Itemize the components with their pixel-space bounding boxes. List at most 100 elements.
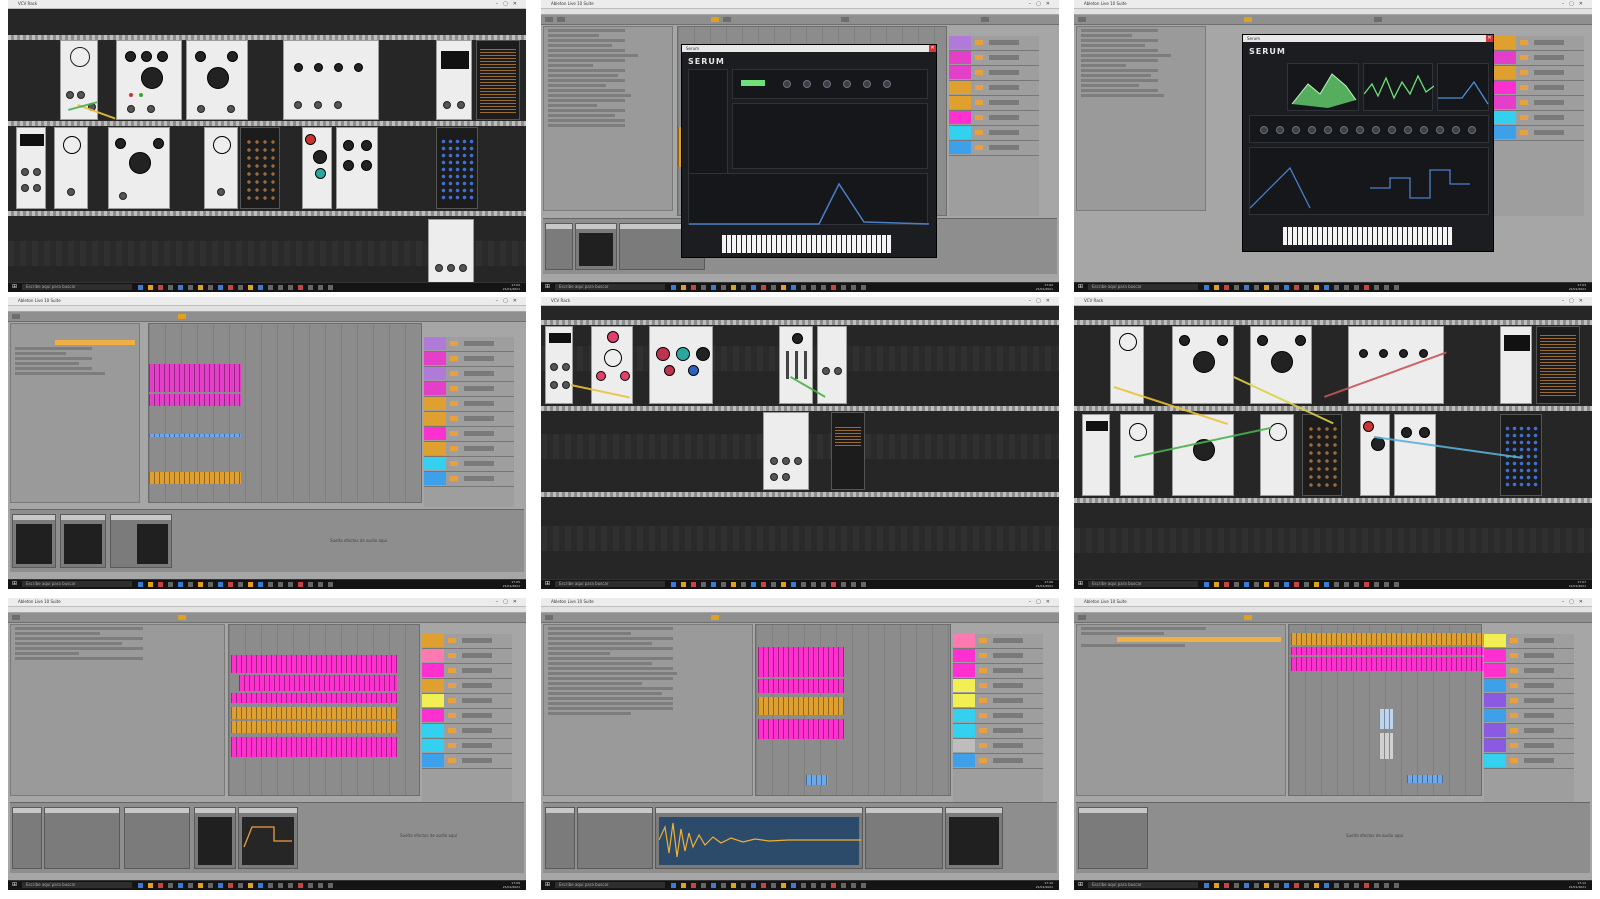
windows-start-icon[interactable]: ⊞ — [12, 882, 18, 888]
serum-plugin-window[interactable]: Serum ✕ SERUM — [681, 44, 937, 258]
sampler-device[interactable] — [655, 807, 863, 869]
transport-button[interactable] — [545, 17, 553, 22]
module-jack[interactable] — [834, 367, 842, 375]
module-knob[interactable] — [1257, 335, 1268, 346]
module-jack[interactable] — [550, 381, 558, 389]
taskbar-app-icons[interactable] — [671, 883, 921, 888]
transport-button[interactable] — [1078, 17, 1086, 22]
browser-panel[interactable] — [1076, 624, 1286, 796]
close-icon[interactable]: ✕ — [1486, 35, 1493, 42]
transport-button[interactable] — [981, 17, 989, 22]
module-knob[interactable] — [604, 349, 622, 367]
midi-clip[interactable] — [1291, 647, 1483, 655]
transport-button[interactable] — [12, 615, 20, 620]
module-knob[interactable] — [1193, 351, 1215, 373]
midi-clip[interactable] — [149, 394, 241, 406]
vcv-module-sequencer[interactable] — [1302, 414, 1342, 496]
module-jack[interactable] — [119, 192, 127, 200]
module-jack[interactable] — [794, 457, 802, 465]
vcv-module-mixer[interactable] — [283, 40, 379, 120]
midi-clip[interactable] — [239, 675, 397, 691]
track-header[interactable] — [953, 649, 1043, 664]
window-controls[interactable]: –▢✕ — [496, 1, 522, 7]
track-header[interactable] — [424, 442, 514, 457]
module-jack[interactable] — [127, 105, 135, 113]
module-knob[interactable] — [664, 365, 675, 376]
track-header[interactable] — [424, 367, 514, 382]
track-header[interactable] — [949, 66, 1039, 81]
transport-button[interactable] — [545, 615, 553, 620]
vcv-module-mixer[interactable] — [1348, 326, 1444, 404]
track-header[interactable] — [953, 694, 1043, 709]
vcv-module-scope[interactable] — [436, 40, 472, 120]
midi-clip[interactable] — [231, 737, 397, 757]
transport-button[interactable] — [12, 314, 20, 319]
midi-clip[interactable] — [1379, 733, 1393, 759]
audio-clip[interactable] — [1291, 633, 1483, 645]
module-knob[interactable] — [129, 152, 151, 174]
vcv-module-notes[interactable] — [831, 412, 865, 490]
device-rack[interactable] — [545, 807, 575, 869]
vcv-rack-area[interactable] — [8, 9, 526, 283]
module-knob[interactable] — [70, 47, 90, 67]
track-header[interactable] — [422, 724, 512, 739]
track-header[interactable] — [1484, 709, 1574, 724]
vcv-rack-area[interactable] — [1074, 306, 1592, 579]
module-jack[interactable] — [33, 168, 41, 176]
taskbar-app-icons[interactable] — [138, 883, 388, 888]
module-knob[interactable] — [361, 160, 372, 171]
midi-clip[interactable] — [758, 647, 844, 677]
module-knob[interactable] — [696, 347, 710, 361]
play-button[interactable] — [178, 615, 186, 620]
vcv-module[interactable] — [649, 326, 713, 404]
taskbar-search-box[interactable]: Escribe aquí para buscar — [555, 581, 665, 587]
device-rack[interactable] — [194, 807, 236, 869]
module-knob[interactable] — [313, 150, 327, 164]
windows-start-icon[interactable]: ⊞ — [1078, 882, 1084, 888]
track-header[interactable] — [1484, 649, 1574, 664]
module-jack[interactable] — [334, 101, 342, 109]
serum-knob[interactable] — [883, 80, 891, 88]
play-button[interactable] — [711, 615, 719, 620]
track-header[interactable] — [1484, 664, 1574, 679]
window-titlebar[interactable]: Ableton Live 10 Suite –▢✕ — [541, 0, 1059, 9]
module-knob[interactable] — [688, 365, 699, 376]
track-header[interactable] — [422, 694, 512, 709]
module-knob[interactable] — [227, 51, 238, 62]
module-knob[interactable] — [195, 51, 206, 62]
arrangement-view[interactable] — [1288, 624, 1483, 796]
audio-clip[interactable] — [231, 707, 397, 719]
vcv-module[interactable] — [1110, 326, 1144, 404]
browser-panel[interactable] — [1076, 26, 1206, 211]
vcv-module[interactable] — [16, 127, 46, 209]
taskbar-search-box[interactable]: Escribe aquí para buscar — [22, 581, 132, 587]
module-jack[interactable] — [227, 105, 235, 113]
module-jack[interactable] — [782, 457, 790, 465]
vcv-module[interactable] — [1360, 414, 1390, 496]
device-rack[interactable] — [60, 514, 106, 568]
track-header[interactable] — [1494, 36, 1584, 51]
windows-start-icon[interactable]: ⊞ — [545, 882, 551, 888]
browser-panel[interactable] — [10, 624, 225, 796]
module-jack[interactable] — [217, 188, 225, 196]
module-jack[interactable] — [822, 367, 830, 375]
track-header[interactable] — [953, 634, 1043, 649]
window-titlebar[interactable]: Ableton Live 10 Suite –▢✕ — [8, 598, 526, 607]
vcv-module-vco[interactable] — [1172, 326, 1234, 404]
module-knob[interactable] — [1217, 335, 1228, 346]
track-header[interactable] — [953, 724, 1043, 739]
module-knob[interactable] — [1295, 335, 1306, 346]
vcv-module[interactable] — [1082, 414, 1110, 496]
vcv-module[interactable] — [1394, 414, 1436, 496]
module-knob[interactable] — [153, 138, 164, 149]
module-jack[interactable] — [197, 105, 205, 113]
module-knob[interactable] — [656, 347, 670, 361]
taskbar-app-icons[interactable] — [138, 582, 388, 587]
track-header[interactable] — [1494, 126, 1584, 141]
module-knob[interactable] — [213, 136, 231, 154]
taskbar-search-box[interactable]: Escribe aquí para buscar — [1088, 581, 1198, 587]
track-header[interactable] — [949, 36, 1039, 51]
module-knob[interactable] — [1119, 333, 1137, 351]
vcv-module[interactable] — [545, 326, 573, 404]
track-header[interactable] — [422, 739, 512, 754]
